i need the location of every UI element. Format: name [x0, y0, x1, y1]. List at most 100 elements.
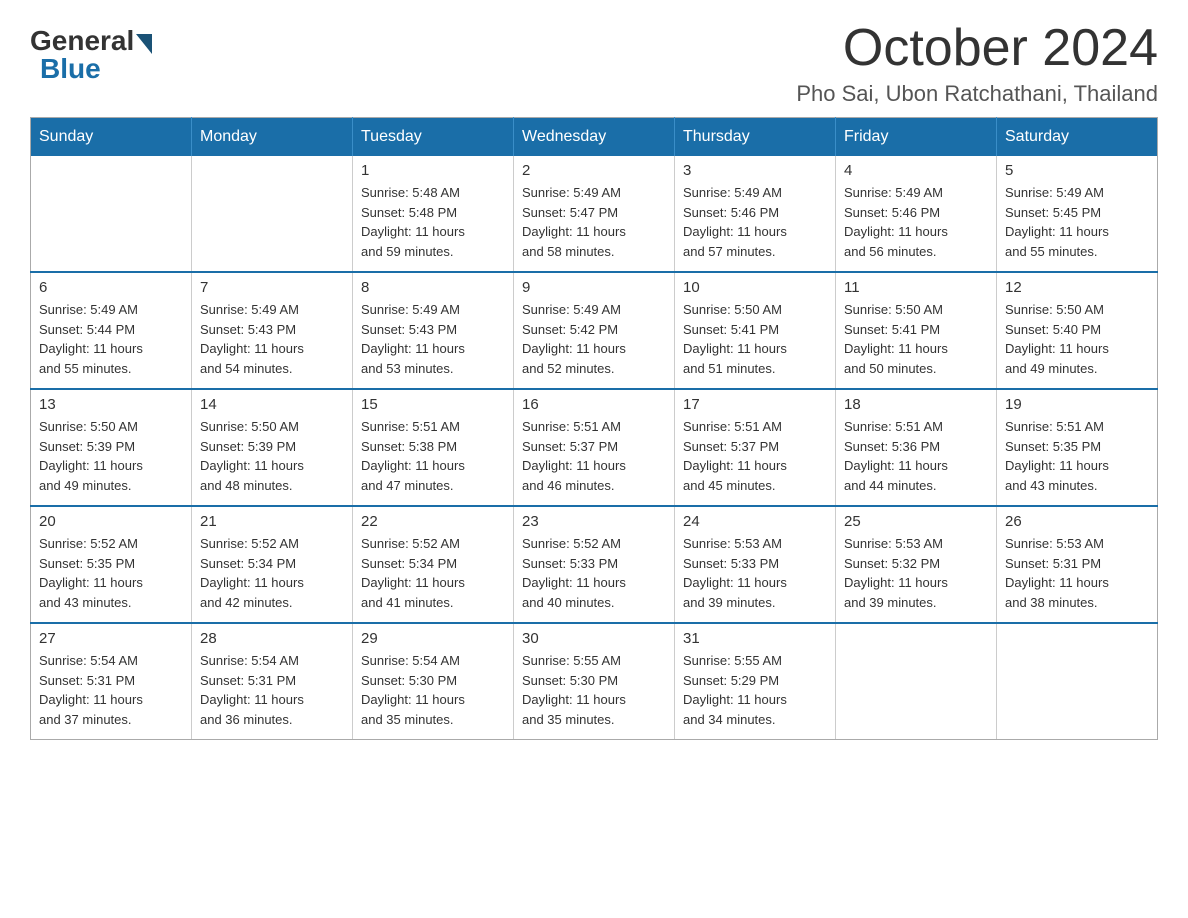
day-info: Sunrise: 5:49 AMSunset: 5:43 PMDaylight:…: [361, 300, 505, 378]
day-number: 19: [1005, 396, 1149, 413]
weekday-header-wednesday: Wednesday: [514, 118, 675, 157]
calendar-cell: 1 Sunrise: 5:48 AMSunset: 5:48 PMDaylight…: [353, 156, 514, 272]
calendar-week-row: 1 Sunrise: 5:48 AMSunset: 5:48 PMDaylight…: [31, 156, 1158, 272]
day-info: Sunrise: 5:49 AMSunset: 5:43 PMDaylight:…: [200, 300, 344, 378]
month-title: October 2024: [796, 20, 1158, 77]
day-number: 26: [1005, 513, 1149, 530]
day-info: Sunrise: 5:53 AMSunset: 5:32 PMDaylight:…: [844, 534, 988, 612]
day-info: Sunrise: 5:55 AMSunset: 5:30 PMDaylight:…: [522, 651, 666, 729]
day-info: Sunrise: 5:50 AMSunset: 5:41 PMDaylight:…: [683, 300, 827, 378]
day-info: Sunrise: 5:51 AMSunset: 5:38 PMDaylight:…: [361, 417, 505, 495]
day-number: 12: [1005, 279, 1149, 296]
day-info: Sunrise: 5:49 AMSunset: 5:42 PMDaylight:…: [522, 300, 666, 378]
day-number: 23: [522, 513, 666, 530]
day-info: Sunrise: 5:49 AMSunset: 5:44 PMDaylight:…: [39, 300, 183, 378]
calendar-week-row: 6 Sunrise: 5:49 AMSunset: 5:44 PMDaylight…: [31, 272, 1158, 389]
location-title: Pho Sai, Ubon Ratchathani, Thailand: [796, 81, 1158, 107]
day-info: Sunrise: 5:49 AMSunset: 5:46 PMDaylight:…: [844, 183, 988, 261]
weekday-header-monday: Monday: [192, 118, 353, 157]
calendar-cell: 19Sunrise: 5:51 AMSunset: 5:35 PMDayligh…: [997, 389, 1158, 506]
day-info: Sunrise: 5:51 AMSunset: 5:37 PMDaylight:…: [683, 417, 827, 495]
day-info: Sunrise: 5:52 AMSunset: 5:34 PMDaylight:…: [200, 534, 344, 612]
day-number: 6: [39, 279, 183, 296]
calendar-cell: 8 Sunrise: 5:49 AMSunset: 5:43 PMDaylight…: [353, 272, 514, 389]
weekday-header-sunday: Sunday: [31, 118, 192, 157]
day-number: 27: [39, 630, 183, 647]
weekday-header-friday: Friday: [836, 118, 997, 157]
calendar-cell: 23 Sunrise: 5:52 AMSunset: 5:33 PMDayligh…: [514, 506, 675, 623]
day-info: Sunrise: 5:50 AMSunset: 5:40 PMDaylight:…: [1005, 300, 1149, 378]
day-info: Sunrise: 5:51 AMSunset: 5:36 PMDaylight:…: [844, 417, 988, 495]
day-number: 8: [361, 279, 505, 296]
calendar-cell: 11 Sunrise: 5:50 AMSunset: 5:41 PMDayligh…: [836, 272, 997, 389]
calendar-cell: 26 Sunrise: 5:53 AMSunset: 5:31 PMDayligh…: [997, 506, 1158, 623]
calendar-cell: 7 Sunrise: 5:49 AMSunset: 5:43 PMDaylight…: [192, 272, 353, 389]
day-info: Sunrise: 5:48 AMSunset: 5:48 PMDaylight:…: [361, 183, 505, 261]
page-header: General Blue October 2024 Pho Sai, Ubon …: [30, 20, 1158, 107]
day-number: 16: [522, 396, 666, 413]
calendar-cell: 17 Sunrise: 5:51 AMSunset: 5:37 PMDayligh…: [675, 389, 836, 506]
calendar-cell: 16 Sunrise: 5:51 AMSunset: 5:37 PMDayligh…: [514, 389, 675, 506]
day-number: 1: [361, 162, 505, 179]
day-number: 2: [522, 162, 666, 179]
logo-blue-text: Blue: [40, 53, 101, 85]
day-number: 28: [200, 630, 344, 647]
day-info: Sunrise: 5:49 AMSunset: 5:46 PMDaylight:…: [683, 183, 827, 261]
day-number: 24: [683, 513, 827, 530]
day-number: 10: [683, 279, 827, 296]
weekday-header-tuesday: Tuesday: [353, 118, 514, 157]
title-section: October 2024 Pho Sai, Ubon Ratchathani, …: [796, 20, 1158, 107]
day-info: Sunrise: 5:49 AMSunset: 5:47 PMDaylight:…: [522, 183, 666, 261]
calendar-cell: 12 Sunrise: 5:50 AMSunset: 5:40 PMDayligh…: [997, 272, 1158, 389]
calendar-cell: 2 Sunrise: 5:49 AMSunset: 5:47 PMDaylight…: [514, 156, 675, 272]
calendar-cell: [192, 156, 353, 272]
calendar-cell: 25 Sunrise: 5:53 AMSunset: 5:32 PMDayligh…: [836, 506, 997, 623]
day-info: Sunrise: 5:54 AMSunset: 5:31 PMDaylight:…: [39, 651, 183, 729]
day-number: 29: [361, 630, 505, 647]
day-info: Sunrise: 5:50 AMSunset: 5:41 PMDaylight:…: [844, 300, 988, 378]
day-number: 22: [361, 513, 505, 530]
day-info: Sunrise: 5:53 AMSunset: 5:33 PMDaylight:…: [683, 534, 827, 612]
logo: General Blue: [30, 20, 152, 85]
calendar-week-row: 27 Sunrise: 5:54 AMSunset: 5:31 PMDayligh…: [31, 623, 1158, 740]
calendar-table: SundayMondayTuesdayWednesdayThursdayFrid…: [30, 117, 1158, 740]
calendar-cell: 5Sunrise: 5:49 AMSunset: 5:45 PMDaylight…: [997, 156, 1158, 272]
day-info: Sunrise: 5:51 AMSunset: 5:37 PMDaylight:…: [522, 417, 666, 495]
calendar-cell: [31, 156, 192, 272]
calendar-cell: 9Sunrise: 5:49 AMSunset: 5:42 PMDaylight…: [514, 272, 675, 389]
day-info: Sunrise: 5:52 AMSunset: 5:34 PMDaylight:…: [361, 534, 505, 612]
day-number: 17: [683, 396, 827, 413]
day-info: Sunrise: 5:54 AMSunset: 5:30 PMDaylight:…: [361, 651, 505, 729]
calendar-cell: 29 Sunrise: 5:54 AMSunset: 5:30 PMDayligh…: [353, 623, 514, 740]
day-number: 7: [200, 279, 344, 296]
logo-arrow-icon: [136, 34, 152, 54]
day-number: 4: [844, 162, 988, 179]
day-number: 20: [39, 513, 183, 530]
day-info: Sunrise: 5:52 AMSunset: 5:33 PMDaylight:…: [522, 534, 666, 612]
day-number: 21: [200, 513, 344, 530]
calendar-cell: [997, 623, 1158, 740]
calendar-week-row: 13 Sunrise: 5:50 AMSunset: 5:39 PMDayligh…: [31, 389, 1158, 506]
day-info: Sunrise: 5:53 AMSunset: 5:31 PMDaylight:…: [1005, 534, 1149, 612]
calendar-cell: 31 Sunrise: 5:55 AMSunset: 5:29 PMDayligh…: [675, 623, 836, 740]
calendar-week-row: 20Sunrise: 5:52 AMSunset: 5:35 PMDayligh…: [31, 506, 1158, 623]
calendar-cell: 28Sunrise: 5:54 AMSunset: 5:31 PMDayligh…: [192, 623, 353, 740]
calendar-cell: 6 Sunrise: 5:49 AMSunset: 5:44 PMDaylight…: [31, 272, 192, 389]
day-number: 15: [361, 396, 505, 413]
day-number: 11: [844, 279, 988, 296]
day-number: 25: [844, 513, 988, 530]
day-number: 18: [844, 396, 988, 413]
calendar-cell: 13 Sunrise: 5:50 AMSunset: 5:39 PMDayligh…: [31, 389, 192, 506]
calendar-cell: 3Sunrise: 5:49 AMSunset: 5:46 PMDaylight…: [675, 156, 836, 272]
day-number: 30: [522, 630, 666, 647]
weekday-header-saturday: Saturday: [997, 118, 1158, 157]
day-number: 5: [1005, 162, 1149, 179]
calendar-cell: 15 Sunrise: 5:51 AMSunset: 5:38 PMDayligh…: [353, 389, 514, 506]
day-number: 31: [683, 630, 827, 647]
calendar-cell: 27 Sunrise: 5:54 AMSunset: 5:31 PMDayligh…: [31, 623, 192, 740]
calendar-cell: 24 Sunrise: 5:53 AMSunset: 5:33 PMDayligh…: [675, 506, 836, 623]
day-info: Sunrise: 5:50 AMSunset: 5:39 PMDaylight:…: [39, 417, 183, 495]
day-info: Sunrise: 5:50 AMSunset: 5:39 PMDaylight:…: [200, 417, 344, 495]
day-info: Sunrise: 5:55 AMSunset: 5:29 PMDaylight:…: [683, 651, 827, 729]
day-number: 13: [39, 396, 183, 413]
